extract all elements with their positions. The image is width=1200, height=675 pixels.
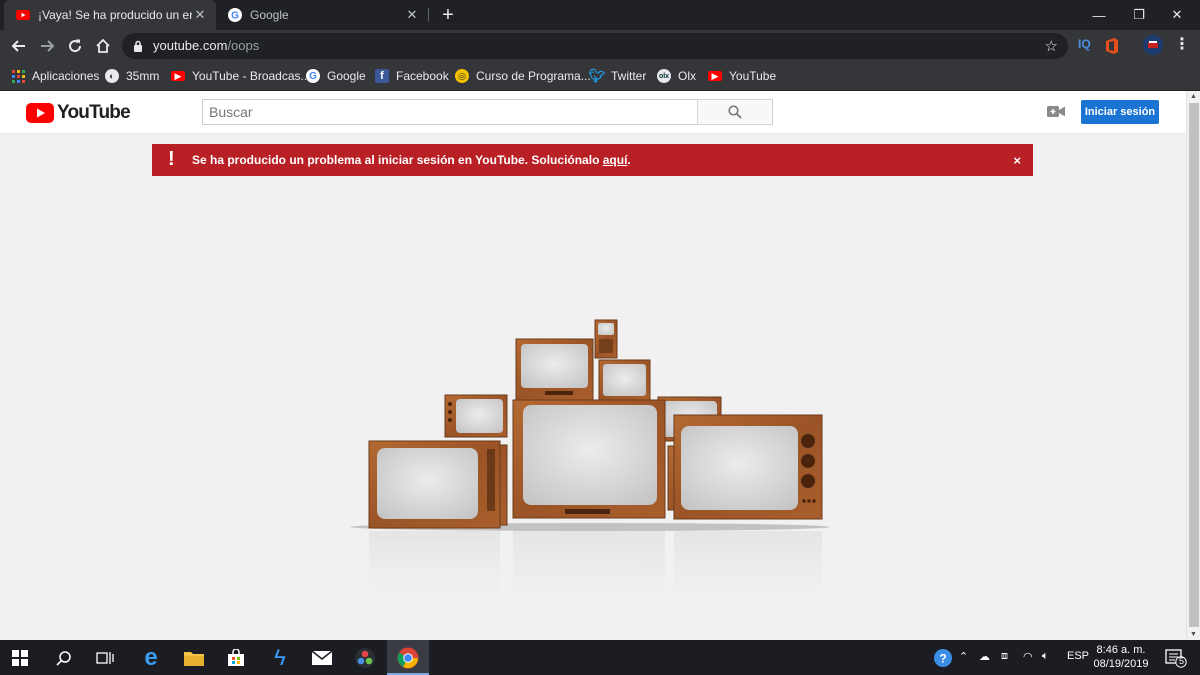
address-bar[interactable]: youtube.com/oops ☆: [122, 33, 1068, 59]
youtube-page: YouTube Iniciar sesión ! Se ha producido…: [0, 91, 1200, 640]
bookmark-star-icon[interactable]: ☆: [1045, 37, 1058, 55]
youtube-play-icon: [26, 103, 54, 123]
bookmark-label: YouTube: [729, 69, 777, 83]
bookmark-label: Aplicaciones: [32, 69, 100, 83]
page-scrollbar[interactable]: ▲ ▼: [1186, 91, 1200, 640]
bookmark-google[interactable]: G Google: [306, 67, 366, 85]
bookmark-youtube-broadcast[interactable]: ▶ YouTube - Broadcas...: [171, 67, 311, 85]
olx-icon: olx: [657, 69, 671, 83]
windows-taskbar: e ϟ ? ⌃ ☁ ⧈ ◠ 🔈︎ ESP 8:46 a. m. 08/19/20…: [0, 640, 1200, 675]
search-field[interactable]: [202, 99, 698, 125]
forward-icon[interactable]: [36, 35, 58, 57]
tab-close-icon[interactable]: ✕: [192, 7, 208, 23]
tab-divider: [428, 8, 429, 22]
url-text: youtube.com/oops: [153, 38, 260, 53]
bookmark-label: Facebook: [396, 69, 449, 83]
clock-time: 8:46 a. m.: [1096, 644, 1146, 656]
alert-message: Se ha producido un problema al iniciar s…: [192, 153, 631, 167]
google-favicon-icon: G: [228, 8, 242, 22]
alert-fix-link[interactable]: aquí: [603, 153, 628, 167]
search-input[interactable]: [203, 100, 697, 124]
lock-icon[interactable]: [133, 40, 143, 52]
file-explorer-icon[interactable]: [180, 644, 208, 672]
youtube-logo[interactable]: YouTube: [26, 102, 131, 124]
globe-icon: ◐: [105, 69, 119, 83]
bookmark-label: YouTube - Broadcas...: [192, 69, 311, 83]
close-window-icon[interactable]: ✕: [1154, 0, 1200, 30]
alert-close-icon[interactable]: ×: [1013, 153, 1021, 168]
profile-avatar[interactable]: [1143, 35, 1163, 58]
bookmark-label: Olx: [678, 69, 696, 83]
bookmark-label: 35mm: [126, 69, 160, 83]
bookmark-label: Curso de Programa...: [476, 69, 591, 83]
windows-start-icon[interactable]: [6, 644, 34, 672]
youtube-wordmark: YouTube: [57, 102, 131, 123]
twitter-icon: 🐦︎: [588, 68, 606, 83]
tab-title: ¡Vaya! Se ha producido un error: [38, 8, 192, 22]
bookmark-35mm[interactable]: ◐ 35mm: [105, 67, 159, 85]
bookmarks-bar: Aplicaciones ◐ 35mm ▶ YouTube - Broadcas…: [0, 62, 1200, 91]
tab-google[interactable]: G Google ✕: [220, 0, 428, 30]
video-upload-icon[interactable]: [1047, 105, 1065, 118]
chrome-icon[interactable]: [394, 644, 422, 672]
task-view-icon[interactable]: [91, 644, 119, 672]
alert-exclamation-icon: !: [168, 148, 175, 170]
svg-text:G: G: [231, 11, 239, 22]
help-tray-icon[interactable]: ?: [929, 644, 957, 672]
scroll-up-icon[interactable]: ▲: [1190, 93, 1197, 100]
youtube-icon: ▶: [708, 71, 722, 81]
store-icon[interactable]: [222, 644, 250, 672]
system-clock[interactable]: 8:46 a. m. 08/19/2019: [1090, 643, 1152, 671]
apps-grid-icon: [11, 69, 25, 83]
scrollbar-thumb[interactable]: [1189, 103, 1199, 627]
bookmark-twitter[interactable]: 🐦︎ Twitter: [588, 67, 647, 85]
tab-strip: ¡Vaya! Se ha producido un error ✕ G Goog…: [0, 0, 1200, 30]
tab-close-icon[interactable]: ✕: [404, 7, 420, 23]
clock-date: 08/19/2019: [1093, 658, 1149, 670]
search-button[interactable]: [697, 99, 773, 125]
youtube-header: YouTube Iniciar sesión: [0, 91, 1186, 134]
svg-text:?: ?: [939, 652, 946, 666]
facebook-icon: f: [375, 69, 389, 83]
bookmark-label: Twitter: [611, 69, 647, 83]
home-icon[interactable]: [92, 35, 114, 57]
dropbox-tray-icon[interactable]: ⧈: [1001, 650, 1008, 663]
mail-icon[interactable]: [308, 644, 336, 672]
bookmark-youtube[interactable]: ▶ YouTube: [708, 67, 776, 85]
action-center-icon[interactable]: 5: [1162, 644, 1190, 672]
browser-toolbar: youtube.com/oops ☆ IQ ⋮: [0, 30, 1200, 62]
edge-browser-icon[interactable]: e: [137, 644, 165, 672]
office-extension-icon[interactable]: [1105, 38, 1119, 57]
lightning-app-icon[interactable]: ϟ: [266, 644, 294, 672]
onedrive-cloud-icon[interactable]: ☁: [979, 650, 990, 663]
course-icon: ◎: [455, 69, 469, 83]
notification-count: 5: [1179, 656, 1185, 666]
oops-tv-illustration: [350, 319, 830, 631]
new-tab-icon[interactable]: +: [437, 4, 459, 26]
language-indicator[interactable]: ESP: [1067, 650, 1089, 662]
back-icon[interactable]: [8, 35, 30, 57]
google-icon: G: [306, 69, 320, 83]
bookmark-aplicaciones[interactable]: Aplicaciones: [11, 67, 99, 85]
tab-title: Google: [250, 8, 289, 22]
reload-icon[interactable]: [64, 35, 86, 57]
davinci-resolve-icon[interactable]: [351, 644, 379, 672]
bookmark-facebook[interactable]: f Facebook: [375, 67, 449, 85]
youtube-favicon-icon: [16, 10, 30, 20]
menu-dots-icon[interactable]: ⋮: [1174, 34, 1190, 54]
youtube-icon: ▶: [171, 71, 185, 81]
signin-error-alert: ! Se ha producido un problema al iniciar…: [152, 144, 1033, 176]
tab-youtube-error[interactable]: ¡Vaya! Se ha producido un error ✕: [4, 0, 216, 30]
bookmark-curso-programacion[interactable]: ◎ Curso de Programa...: [455, 67, 591, 85]
scroll-down-icon[interactable]: ▼: [1190, 631, 1197, 638]
volume-icon[interactable]: 🔈︎: [1042, 650, 1049, 663]
search-taskbar-icon[interactable]: [50, 644, 78, 672]
wifi-icon[interactable]: ◠: [1023, 650, 1033, 663]
signin-button[interactable]: Iniciar sesión: [1081, 100, 1159, 124]
bookmark-label: Google: [327, 69, 366, 83]
bookmark-olx[interactable]: olx Olx: [657, 67, 696, 85]
search-icon: [728, 105, 742, 119]
tray-chevron-icon[interactable]: ⌃: [959, 650, 968, 663]
iq-extension-icon[interactable]: IQ: [1078, 37, 1091, 51]
